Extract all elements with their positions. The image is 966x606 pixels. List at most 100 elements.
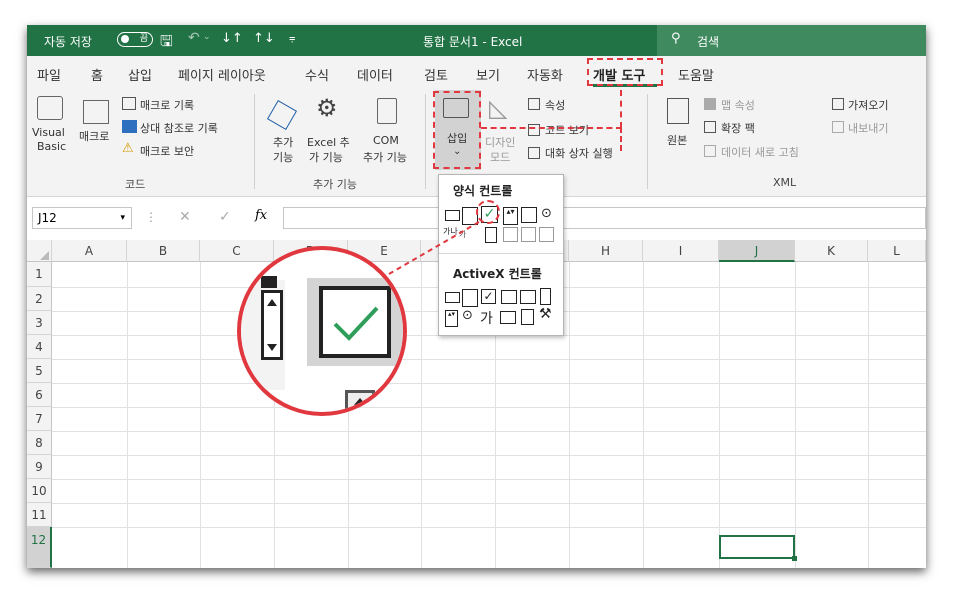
tab-insert[interactable]: 삽입 (128, 65, 152, 84)
visual-basic-icon[interactable] (37, 96, 63, 120)
activex-more-controls-icon[interactable]: ⚒ (539, 306, 552, 322)
activex-button-icon[interactable] (445, 292, 460, 303)
save-icon[interactable]: 🖫 (160, 31, 173, 56)
group-box-control-icon[interactable]: 가 (459, 229, 466, 240)
button-control-icon[interactable] (445, 210, 460, 221)
cancel-icon[interactable]: ✕ (179, 209, 191, 225)
activex-spin-button-icon[interactable]: ▴▾ (445, 310, 458, 327)
column-header[interactable]: K (795, 240, 868, 262)
xml-source-icon[interactable] (667, 98, 689, 124)
export-label[interactable]: 내보내기 (848, 120, 888, 136)
row-header[interactable]: 7 (27, 407, 52, 431)
tab-automate[interactable]: 자동화 (527, 65, 563, 84)
insert-function-icon[interactable]: fx (255, 208, 267, 223)
zoom-checkmark (333, 306, 379, 341)
tab-view[interactable]: 보기 (476, 65, 500, 84)
record-macro-label[interactable]: 매크로 기록 (140, 97, 194, 113)
import-label[interactable]: 가져오기 (848, 97, 888, 113)
relative-ref-label[interactable]: 상대 참조로 기록 (140, 120, 218, 136)
activex-option-button-icon[interactable]: ⊙ (462, 308, 473, 323)
relative-ref-icon[interactable] (122, 120, 137, 133)
excel-addins-gear-icon[interactable]: ⚙ (316, 94, 338, 122)
row-header[interactable]: 10 (27, 479, 52, 503)
selected-cell[interactable] (719, 535, 795, 559)
activex-checkbox-icon[interactable]: ✓ (481, 289, 496, 304)
activex-toggle-button-icon[interactable] (521, 309, 534, 325)
tab-page-layout[interactable]: 페이지 레이아웃 (178, 65, 266, 84)
design-mode-icon[interactable]: ◺ (489, 94, 507, 122)
search-box[interactable]: ⚲ 검색 (657, 25, 926, 56)
addins-icon[interactable] (266, 99, 298, 131)
ribbon-tabs: 파일 홈 삽입 페이지 레이아웃 수식 데이터 검토 보기 자동화 개발 도구 … (27, 56, 926, 90)
label-control-icon[interactable]: 가나 (443, 226, 458, 237)
select-all-corner[interactable] (27, 240, 52, 262)
sort-descending-icon[interactable]: ↑↓ (253, 31, 275, 46)
row-header-selected[interactable]: 12 (27, 527, 52, 568)
row-header[interactable]: 11 (27, 503, 52, 527)
row-header[interactable]: 8 (27, 431, 52, 455)
name-box[interactable]: J12 ▾ (32, 207, 132, 229)
tab-formulas[interactable]: 수식 (305, 65, 329, 84)
text-field-control-icon[interactable] (503, 227, 518, 242)
addins-label-2: 기능 (273, 151, 294, 164)
com-addins-label-2: 추가 기능 (363, 151, 407, 164)
expansion-packs-label[interactable]: 확장 팩 (721, 120, 755, 136)
name-box-dropdown-icon[interactable]: ▾ (120, 208, 125, 228)
properties-label[interactable]: 속성 (545, 97, 565, 113)
refresh-data-label[interactable]: 데이터 새로 고침 (721, 144, 799, 160)
row-header[interactable]: 5 (27, 359, 52, 383)
option-button-control-icon[interactable]: ⊙ (541, 206, 552, 221)
column-header[interactable]: B (127, 240, 200, 262)
undo-dropdown-icon[interactable]: ⌄ (203, 32, 211, 42)
macro-security-label[interactable]: 매크로 보안 (140, 143, 194, 159)
tab-file[interactable]: 파일 (37, 65, 61, 84)
export-icon[interactable] (832, 121, 844, 133)
autosave-toggle[interactable]: 끔 (117, 32, 153, 47)
column-header[interactable]: H (569, 240, 643, 262)
tab-home[interactable]: 홈 (91, 65, 103, 84)
enter-icon[interactable]: ✓ (219, 209, 231, 225)
row-header[interactable]: 6 (27, 383, 52, 407)
row-header[interactable]: 1 (27, 262, 52, 287)
zoom-checkbox-icon (319, 286, 391, 358)
scroll-bar-control-icon[interactable] (485, 227, 497, 243)
map-properties-icon[interactable] (704, 98, 716, 110)
column-header-selected[interactable]: J (719, 240, 795, 262)
activex-image-icon[interactable] (500, 311, 516, 324)
import-icon[interactable] (832, 98, 844, 110)
spin-button-control-icon[interactable]: ▴▾ (503, 207, 518, 225)
map-properties-label[interactable]: 맵 속성 (721, 97, 755, 113)
record-macro-icon[interactable] (122, 97, 136, 110)
activex-list-box-icon[interactable] (501, 290, 517, 304)
column-header[interactable]: L (868, 240, 926, 262)
column-header[interactable]: I (643, 240, 719, 262)
refresh-data-icon[interactable] (704, 145, 716, 157)
row-header[interactable]: 4 (27, 335, 52, 359)
fill-handle[interactable] (792, 556, 797, 561)
properties-icon[interactable] (528, 98, 540, 110)
customize-toolbar-icon[interactable]: ⩦ (289, 31, 295, 45)
column-header[interactable]: C (200, 240, 274, 262)
list-box-control-icon[interactable] (521, 207, 537, 223)
com-addins-icon[interactable] (377, 98, 397, 124)
undo-icon[interactable]: ↶ (188, 30, 200, 46)
column-header[interactable]: A (52, 240, 127, 262)
activex-label-icon[interactable]: 가 (480, 308, 493, 328)
activex-scroll-bar-icon[interactable] (540, 288, 551, 305)
row-header[interactable]: 9 (27, 455, 52, 479)
expansion-packs-icon[interactable] (704, 121, 716, 133)
formula-input[interactable] (283, 207, 926, 229)
tab-help[interactable]: 도움말 (678, 65, 714, 84)
com-addins-label-1: COM (373, 134, 399, 147)
activex-combo-box-icon[interactable] (462, 289, 478, 307)
macro-icon[interactable] (83, 100, 109, 124)
row-header[interactable]: 3 (27, 311, 52, 335)
group-separator (254, 94, 255, 189)
row-header[interactable]: 2 (27, 287, 52, 311)
combo-list-edit-control-icon[interactable] (521, 227, 536, 242)
sort-ascending-icon[interactable]: ↓↑ (221, 31, 243, 46)
activex-text-box-icon[interactable] (520, 290, 536, 304)
combo-dropdown-edit-control-icon[interactable] (539, 227, 554, 242)
tab-review[interactable]: 검토 (424, 65, 448, 84)
tab-data[interactable]: 데이터 (357, 65, 393, 84)
